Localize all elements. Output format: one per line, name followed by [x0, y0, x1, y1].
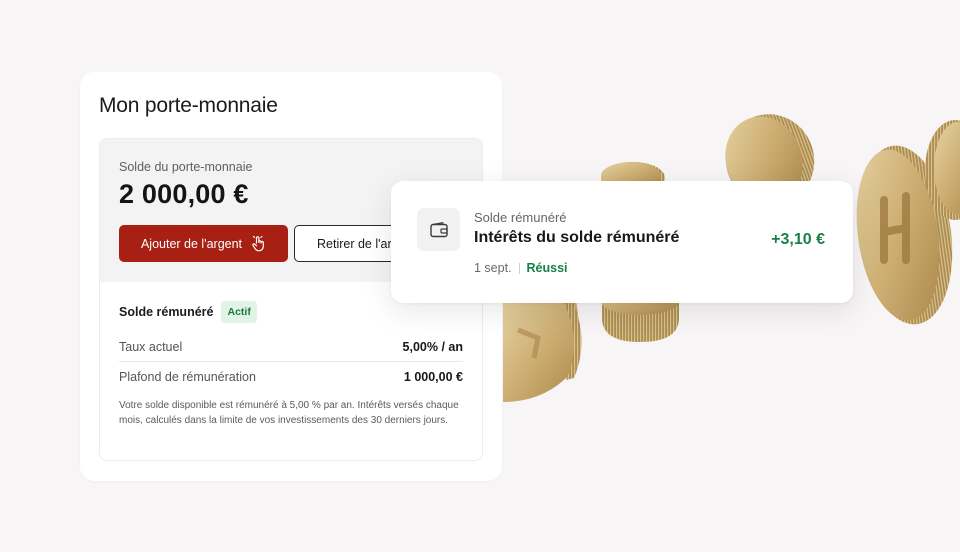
transaction-amount: +3,10 € — [771, 231, 825, 248]
transaction-title: Intérêts du solde rémunéré — [474, 229, 680, 246]
info-row-label: Taux actuel — [119, 339, 183, 354]
add-money-label: Ajouter de l'argent — [140, 236, 243, 251]
coin — [856, 145, 953, 325]
transaction-card[interactable]: Solde rémunéré Intérêts du solde rémunér… — [391, 181, 853, 303]
balance-amount: 2 000,00 € — [119, 179, 249, 209]
disclaimer-text: Votre solde disponible est rémunéré à 5,… — [119, 400, 459, 426]
info-row-label: Plafond de rémunération — [119, 370, 256, 384]
info-row-rate: Taux actuel 5,00% / an — [119, 332, 463, 362]
transaction-category: Solde rémunéré — [474, 210, 567, 225]
add-money-button[interactable]: Ajouter de l'argent — [119, 225, 288, 262]
coin — [925, 120, 960, 220]
paid-balance-header: Solde rémunéré Actif — [119, 301, 257, 323]
transaction-status: Réussi — [526, 261, 568, 275]
paid-balance-title: Solde rémunéré — [119, 305, 214, 319]
page-title: Mon porte-monnaie — [99, 94, 278, 117]
info-row-cap: Plafond de rémunération 1 000,00 € — [119, 362, 463, 392]
divider — [518, 262, 520, 274]
wallet-icon — [417, 208, 460, 251]
tap-hand-icon — [252, 235, 264, 252]
info-row-value: 5,00% / an — [402, 339, 463, 354]
coin — [503, 300, 582, 402]
balance-label: Solde du porte-monnaie — [119, 160, 253, 174]
transaction-date: 1 sept. — [474, 261, 512, 275]
status-badge: Actif — [221, 301, 257, 323]
info-row-value: 1 000,00 € — [403, 370, 463, 384]
transaction-meta: 1 sept. Réussi — [474, 261, 568, 275]
